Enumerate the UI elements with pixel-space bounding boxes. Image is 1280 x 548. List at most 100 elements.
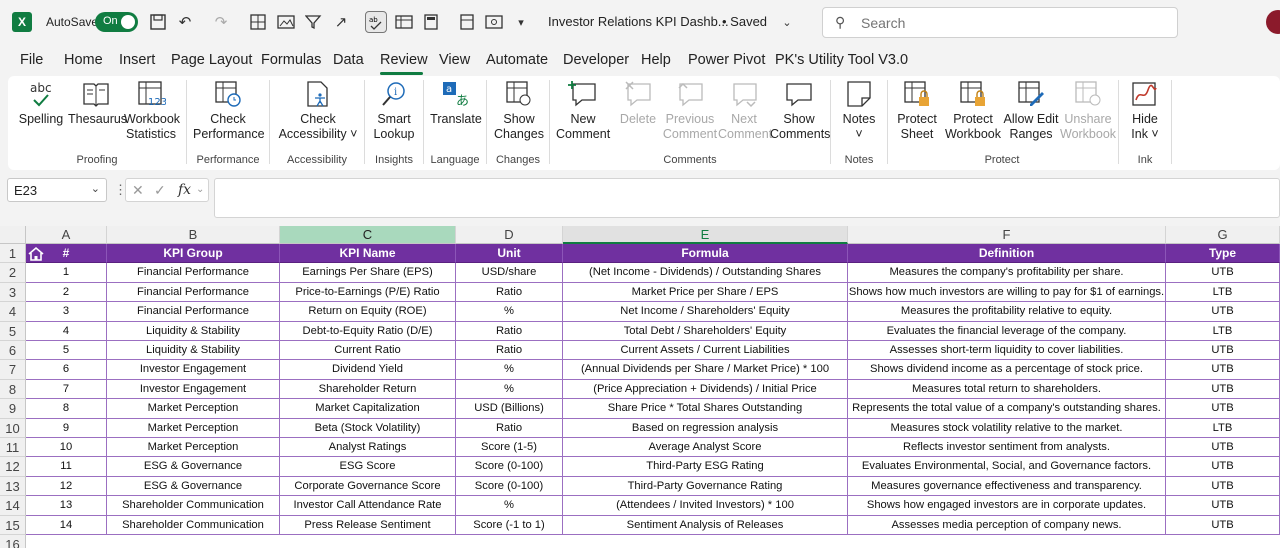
cell-definition[interactable]: Assesses media perception of company new… [848, 515, 1166, 535]
tab-home[interactable]: Home [64, 52, 103, 68]
cell-formula[interactable]: Net Income / Shareholders' Equity [563, 302, 848, 322]
column-header-a[interactable]: A [26, 226, 107, 244]
cell-kpi-group[interactable]: Financial Performance [107, 263, 280, 283]
cell-unit[interactable]: Score (0-100) [456, 476, 563, 497]
cell-type[interactable]: UTB [1166, 360, 1280, 380]
cell-kpi-name[interactable]: Market Capitalization [280, 399, 456, 419]
cell-definition[interactable]: Shows how much investors are willing to … [848, 282, 1166, 303]
tab-power-pivot[interactable]: Power Pivot [688, 52, 765, 68]
cell-kpi-name[interactable]: Return on Equity (ROE) [280, 302, 456, 322]
cell-kpi-name[interactable]: Beta (Stock Volatility) [280, 418, 456, 438]
cell-type[interactable]: UTB [1166, 438, 1280, 458]
cell-kpi-name[interactable]: Earnings Per Share (EPS) [280, 263, 456, 283]
spelling-button[interactable]: abc Spelling [18, 80, 64, 127]
cell-type[interactable]: UTB [1166, 379, 1280, 400]
undo-icon[interactable]: ↶ [174, 11, 196, 33]
column-header-g[interactable]: G [1166, 226, 1280, 244]
check-performance-button[interactable]: Check Performance [193, 80, 265, 142]
delete-comment-button[interactable]: Delete [614, 80, 662, 127]
new-comment-button[interactable]: New Comment [556, 80, 610, 142]
cell-formula[interactable]: Based on regression analysis [563, 418, 848, 438]
spelling-abc-icon[interactable]: ab [365, 11, 387, 33]
avatar[interactable] [1266, 10, 1280, 34]
cell-kpi-name[interactable]: Debt-to-Equity Ratio (D/E) [280, 321, 456, 341]
cell-unit[interactable]: USD (Billions) [456, 399, 563, 419]
saved-status[interactable]: • Saved [722, 14, 767, 29]
share-icon[interactable]: ↗ [330, 11, 352, 33]
filter-icon[interactable] [303, 11, 325, 33]
row-header[interactable]: 6 [0, 341, 26, 361]
hide-ink-button[interactable]: Hide Ink ˅ [1123, 80, 1167, 142]
cell-kpi-group[interactable]: Liquidity & Stability [107, 341, 280, 361]
cell-number[interactable]: 11 [26, 457, 107, 477]
image-icon[interactable] [275, 11, 297, 33]
protect-workbook-button[interactable]: Protect Workbook [942, 80, 1004, 142]
worksheet-grid[interactable]: A B C D E F G 1 2 3 4 5 6 7 8 9 10 11 12 13 14 15 16 # … [0, 226, 1280, 548]
unshare-workbook-button[interactable]: Unshare Workbook [1060, 80, 1116, 142]
cell-unit[interactable]: Ratio [456, 282, 563, 303]
cell-kpi-name[interactable]: Corporate Governance Score [280, 476, 456, 497]
cell-kpi-group[interactable]: Shareholder Communication [107, 496, 280, 516]
row-header[interactable]: 14 [0, 496, 26, 516]
cell-type[interactable]: UTB [1166, 476, 1280, 497]
tab-insert[interactable]: Insert [119, 52, 155, 68]
name-box[interactable]: E23 ⌄ [7, 178, 107, 202]
header-cell-kpi-name[interactable]: KPI Name [280, 244, 456, 264]
column-header-c[interactable]: C [280, 226, 456, 244]
translate-button[interactable]: aあ Translate [428, 80, 484, 127]
cell-kpi-name[interactable]: Dividend Yield [280, 360, 456, 380]
cell-definition[interactable]: Measures governance effectiveness and tr… [848, 476, 1166, 497]
document-title[interactable]: Investor Relations KPI Dashb... [548, 14, 729, 29]
allow-edit-ranges-button[interactable]: Allow Edit Ranges [1002, 80, 1060, 142]
row-header[interactable]: 4 [0, 302, 26, 322]
cell-kpi-group[interactable]: Liquidity & Stability [107, 321, 280, 341]
cell-formula[interactable]: (Net Income - Dividends) / Outstanding S… [563, 263, 848, 283]
tab-view[interactable]: View [439, 52, 470, 68]
search-box[interactable]: ⚲ [822, 7, 1178, 38]
cell-number[interactable]: 1 [26, 263, 107, 283]
header-cell-definition[interactable]: Definition [848, 244, 1166, 264]
row-header[interactable]: 9 [0, 399, 26, 419]
workbook-statistics-button[interactable]: 123 Workbook Statistics [124, 80, 180, 142]
cell-number[interactable]: 5 [26, 341, 107, 361]
thesaurus-button[interactable]: Thesaurus [68, 80, 127, 127]
cell-definition[interactable]: Measures stock volatility relative to th… [848, 418, 1166, 438]
cell-formula[interactable]: (Attendees / Invited Investors) * 100 [563, 496, 848, 516]
select-all-corner[interactable] [0, 226, 26, 244]
cell-kpi-group[interactable]: Investor Engagement [107, 360, 280, 380]
cell-type[interactable]: LTB [1166, 282, 1280, 303]
row-header[interactable]: 2 [0, 263, 26, 283]
previous-comment-button[interactable]: Previous Comment [662, 80, 718, 142]
chevron-down-icon[interactable]: ⌄ [91, 182, 100, 195]
cell-number[interactable]: 8 [26, 399, 107, 419]
cell-unit[interactable]: % [456, 379, 563, 400]
column-header-e[interactable]: E [563, 226, 848, 244]
cell-kpi-group[interactable]: Market Perception [107, 399, 280, 419]
cell-number[interactable]: 6 [26, 360, 107, 380]
protect-sheet-button[interactable]: Protect Sheet [892, 80, 942, 142]
tab-data[interactable]: Data [333, 52, 364, 68]
cell-definition[interactable]: Assesses short-term liquidity to cover l… [848, 341, 1166, 361]
tab-automate[interactable]: Automate [486, 52, 548, 68]
cell-definition[interactable]: Measures the profitability relative to e… [848, 302, 1166, 322]
cell-unit[interactable]: % [456, 302, 563, 322]
cancel-icon[interactable]: ✕ [132, 182, 144, 199]
cell-type[interactable]: UTB [1166, 399, 1280, 419]
header-cell-type[interactable]: Type [1166, 244, 1280, 264]
cell-number[interactable]: 7 [26, 379, 107, 400]
row-header[interactable]: 5 [0, 321, 26, 341]
notes-button[interactable]: Notes ˅ [835, 80, 883, 142]
row-header[interactable]: 8 [0, 379, 26, 400]
chevron-down-icon[interactable]: ⌄ [196, 184, 204, 195]
cell-formula[interactable]: Third-Party ESG Rating [563, 457, 848, 477]
search-input[interactable] [861, 13, 1161, 33]
cell-kpi-group[interactable]: Shareholder Communication [107, 515, 280, 535]
cell-formula[interactable]: Third-Party Governance Rating [563, 476, 848, 497]
cell-number[interactable]: 9 [26, 418, 107, 438]
cell-formula[interactable]: Share Price * Total Shares Outstanding [563, 399, 848, 419]
row-header[interactable]: 1 [0, 244, 26, 264]
cell-unit[interactable]: % [456, 360, 563, 380]
calc-sheet-icon[interactable] [456, 11, 478, 33]
autosave-toggle[interactable]: On [95, 12, 138, 32]
enter-icon[interactable]: ✓ [154, 182, 166, 199]
